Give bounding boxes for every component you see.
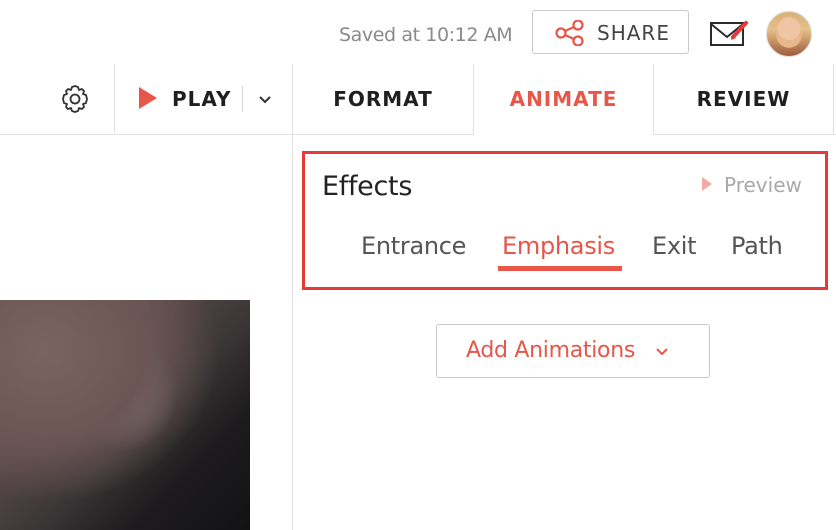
avatar[interactable] xyxy=(766,11,812,57)
toolbar-separator xyxy=(833,64,834,134)
tab-review[interactable]: REVIEW xyxy=(654,64,833,134)
panel-divider xyxy=(292,135,293,530)
chevron-down-icon xyxy=(656,348,668,356)
share-button[interactable]: SHARE xyxy=(532,10,689,54)
play-button[interactable]: PLAY xyxy=(136,82,241,118)
play-label: PLAY xyxy=(172,87,232,111)
share-label: SHARE xyxy=(597,21,670,45)
toolbar-divider xyxy=(653,134,836,135)
active-tab-underline xyxy=(498,266,622,271)
tab-animate[interactable]: ANIMATE xyxy=(474,64,653,134)
add-animations-button[interactable]: Add Animations xyxy=(436,324,710,378)
toolbar-divider xyxy=(0,134,473,135)
saved-status: Saved at 10:12 AM xyxy=(339,24,513,46)
add-animations-label: Add Animations xyxy=(466,338,636,363)
effects-title: Effects xyxy=(322,171,413,202)
share-icon xyxy=(555,20,584,46)
play-icon xyxy=(702,177,712,191)
slide-image[interactable] xyxy=(0,300,250,530)
effect-tab-emphasis[interactable]: Emphasis xyxy=(502,230,615,262)
envelope-edit-icon[interactable] xyxy=(709,17,749,49)
play-divider xyxy=(242,86,243,112)
toolbar-separator xyxy=(114,64,115,134)
effect-tab-entrance[interactable]: Entrance xyxy=(361,230,466,262)
effect-tab-path[interactable]: Path xyxy=(731,230,783,262)
chevron-down-icon[interactable] xyxy=(256,93,274,107)
preview-label: Preview xyxy=(724,173,802,197)
gear-icon[interactable] xyxy=(60,84,90,114)
play-icon xyxy=(139,87,157,109)
tab-format[interactable]: FORMAT xyxy=(293,64,473,134)
effect-tab-exit[interactable]: Exit xyxy=(652,230,697,262)
